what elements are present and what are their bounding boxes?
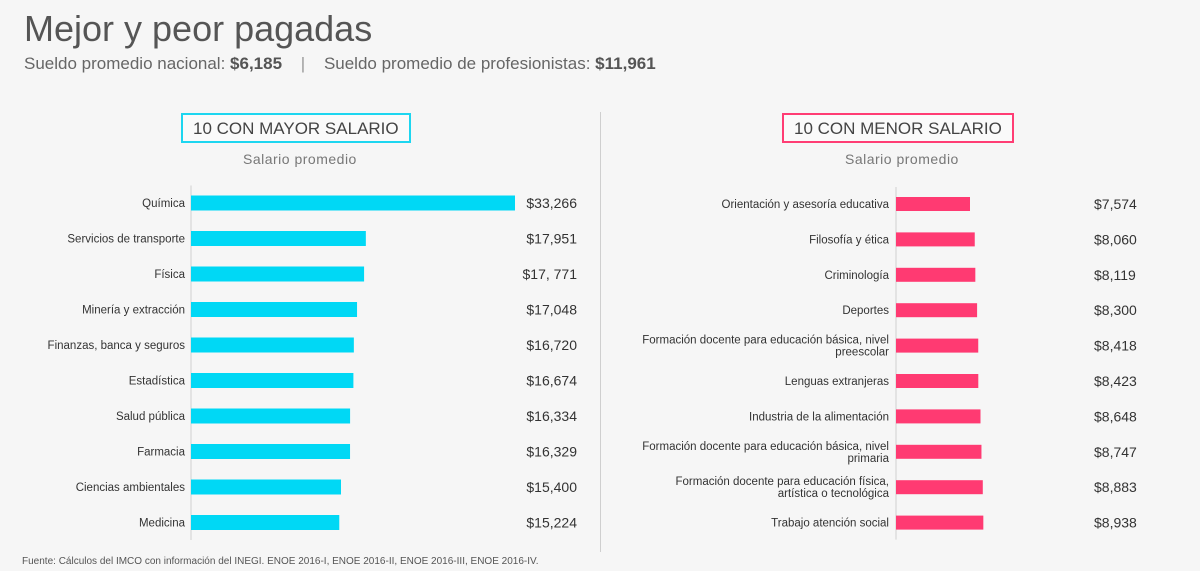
bottom-category-label: Criminología xyxy=(824,270,889,282)
bottom-bar xyxy=(896,374,979,388)
top-category-label: Servicios de transporte xyxy=(67,234,185,246)
top-category-label: Minería y extracción xyxy=(82,305,185,317)
bottom-category-label: Formación docente para educación básica,… xyxy=(642,441,889,465)
bottom-value-label: $8,418 xyxy=(1094,338,1137,354)
top-value-label: $17,048 xyxy=(526,302,577,318)
bottom-category-label: Orientación y asesoría educativa xyxy=(722,199,890,211)
bottom-category-label: Formación docente para educación física,… xyxy=(675,476,889,500)
bottom-category-label: Deportes xyxy=(842,305,889,317)
top-bar xyxy=(191,373,354,388)
bottom-value-label: $8,648 xyxy=(1094,408,1137,424)
top-category-label: Farmacia xyxy=(137,447,186,459)
bottom-bar xyxy=(896,303,978,318)
bottom-value-label: $8,119 xyxy=(1094,267,1136,283)
source-footnote: Fuente: Cálculos del IMCO con informació… xyxy=(22,556,539,567)
bottom-bar xyxy=(896,338,979,353)
top-bar xyxy=(191,408,351,424)
top-value-label: $16,720 xyxy=(526,337,577,353)
top-bar xyxy=(191,515,340,530)
top-category-label: Ciencias ambientales xyxy=(76,482,186,494)
top-bar xyxy=(191,444,351,459)
top-value-label: $15,224 xyxy=(526,515,577,531)
top-category-label: Medicina xyxy=(139,518,186,530)
top-category-label: Estadística xyxy=(129,376,186,388)
top-value-label: $33,266 xyxy=(526,195,577,211)
bottom-value-label: $8,060 xyxy=(1094,231,1137,247)
top-value-label: $16,334 xyxy=(526,408,577,424)
top-category-label: Física xyxy=(154,269,185,281)
bottom-value-label: $8,938 xyxy=(1094,515,1137,531)
top-bar xyxy=(191,302,358,317)
top-value-label: $17, 771 xyxy=(523,266,578,282)
top-bar xyxy=(191,337,354,353)
top-category-label: Química xyxy=(142,198,185,210)
top-category-label: Salud pública xyxy=(116,411,186,423)
bottom-bar xyxy=(896,197,970,211)
bottom-bar xyxy=(896,409,981,424)
bottom-bar xyxy=(896,480,983,495)
bottom-bar xyxy=(896,444,982,459)
bottom-category-label: Lenguas extranjeras xyxy=(785,376,889,388)
bottom-category-label: Filosofía y ética xyxy=(809,234,889,246)
top-value-label: $16,329 xyxy=(526,444,577,460)
top-value-label: $16,674 xyxy=(526,373,577,389)
top-bar xyxy=(191,195,515,211)
bottom-category-label: Industria de la alimentación xyxy=(749,411,889,423)
bottom-bar xyxy=(896,267,976,282)
bottom-bar xyxy=(896,515,984,530)
bottom-category-label: Formación docente para educación básica,… xyxy=(642,335,889,359)
top-bar xyxy=(191,231,366,246)
bottom-category-label: Trabajo atención social xyxy=(771,518,889,530)
bottom-value-label: $8,883 xyxy=(1094,479,1137,495)
top-category-label: Finanzas, banca y seguros xyxy=(48,340,186,352)
bottom-value-label: $8,747 xyxy=(1094,444,1137,460)
bottom-value-label: $7,574 xyxy=(1094,196,1137,212)
bottom-value-label: $8,423 xyxy=(1094,373,1137,389)
top-value-label: $17,951 xyxy=(526,231,577,247)
bottom-value-label: $8,300 xyxy=(1094,302,1137,318)
top-value-label: $15,400 xyxy=(526,479,577,495)
top-bar xyxy=(191,479,341,495)
salary-bar-charts: Química $33,266 Servicios de transporte $17… xyxy=(48,185,1137,540)
bottom-bar xyxy=(896,232,975,247)
top-bar xyxy=(191,266,365,282)
